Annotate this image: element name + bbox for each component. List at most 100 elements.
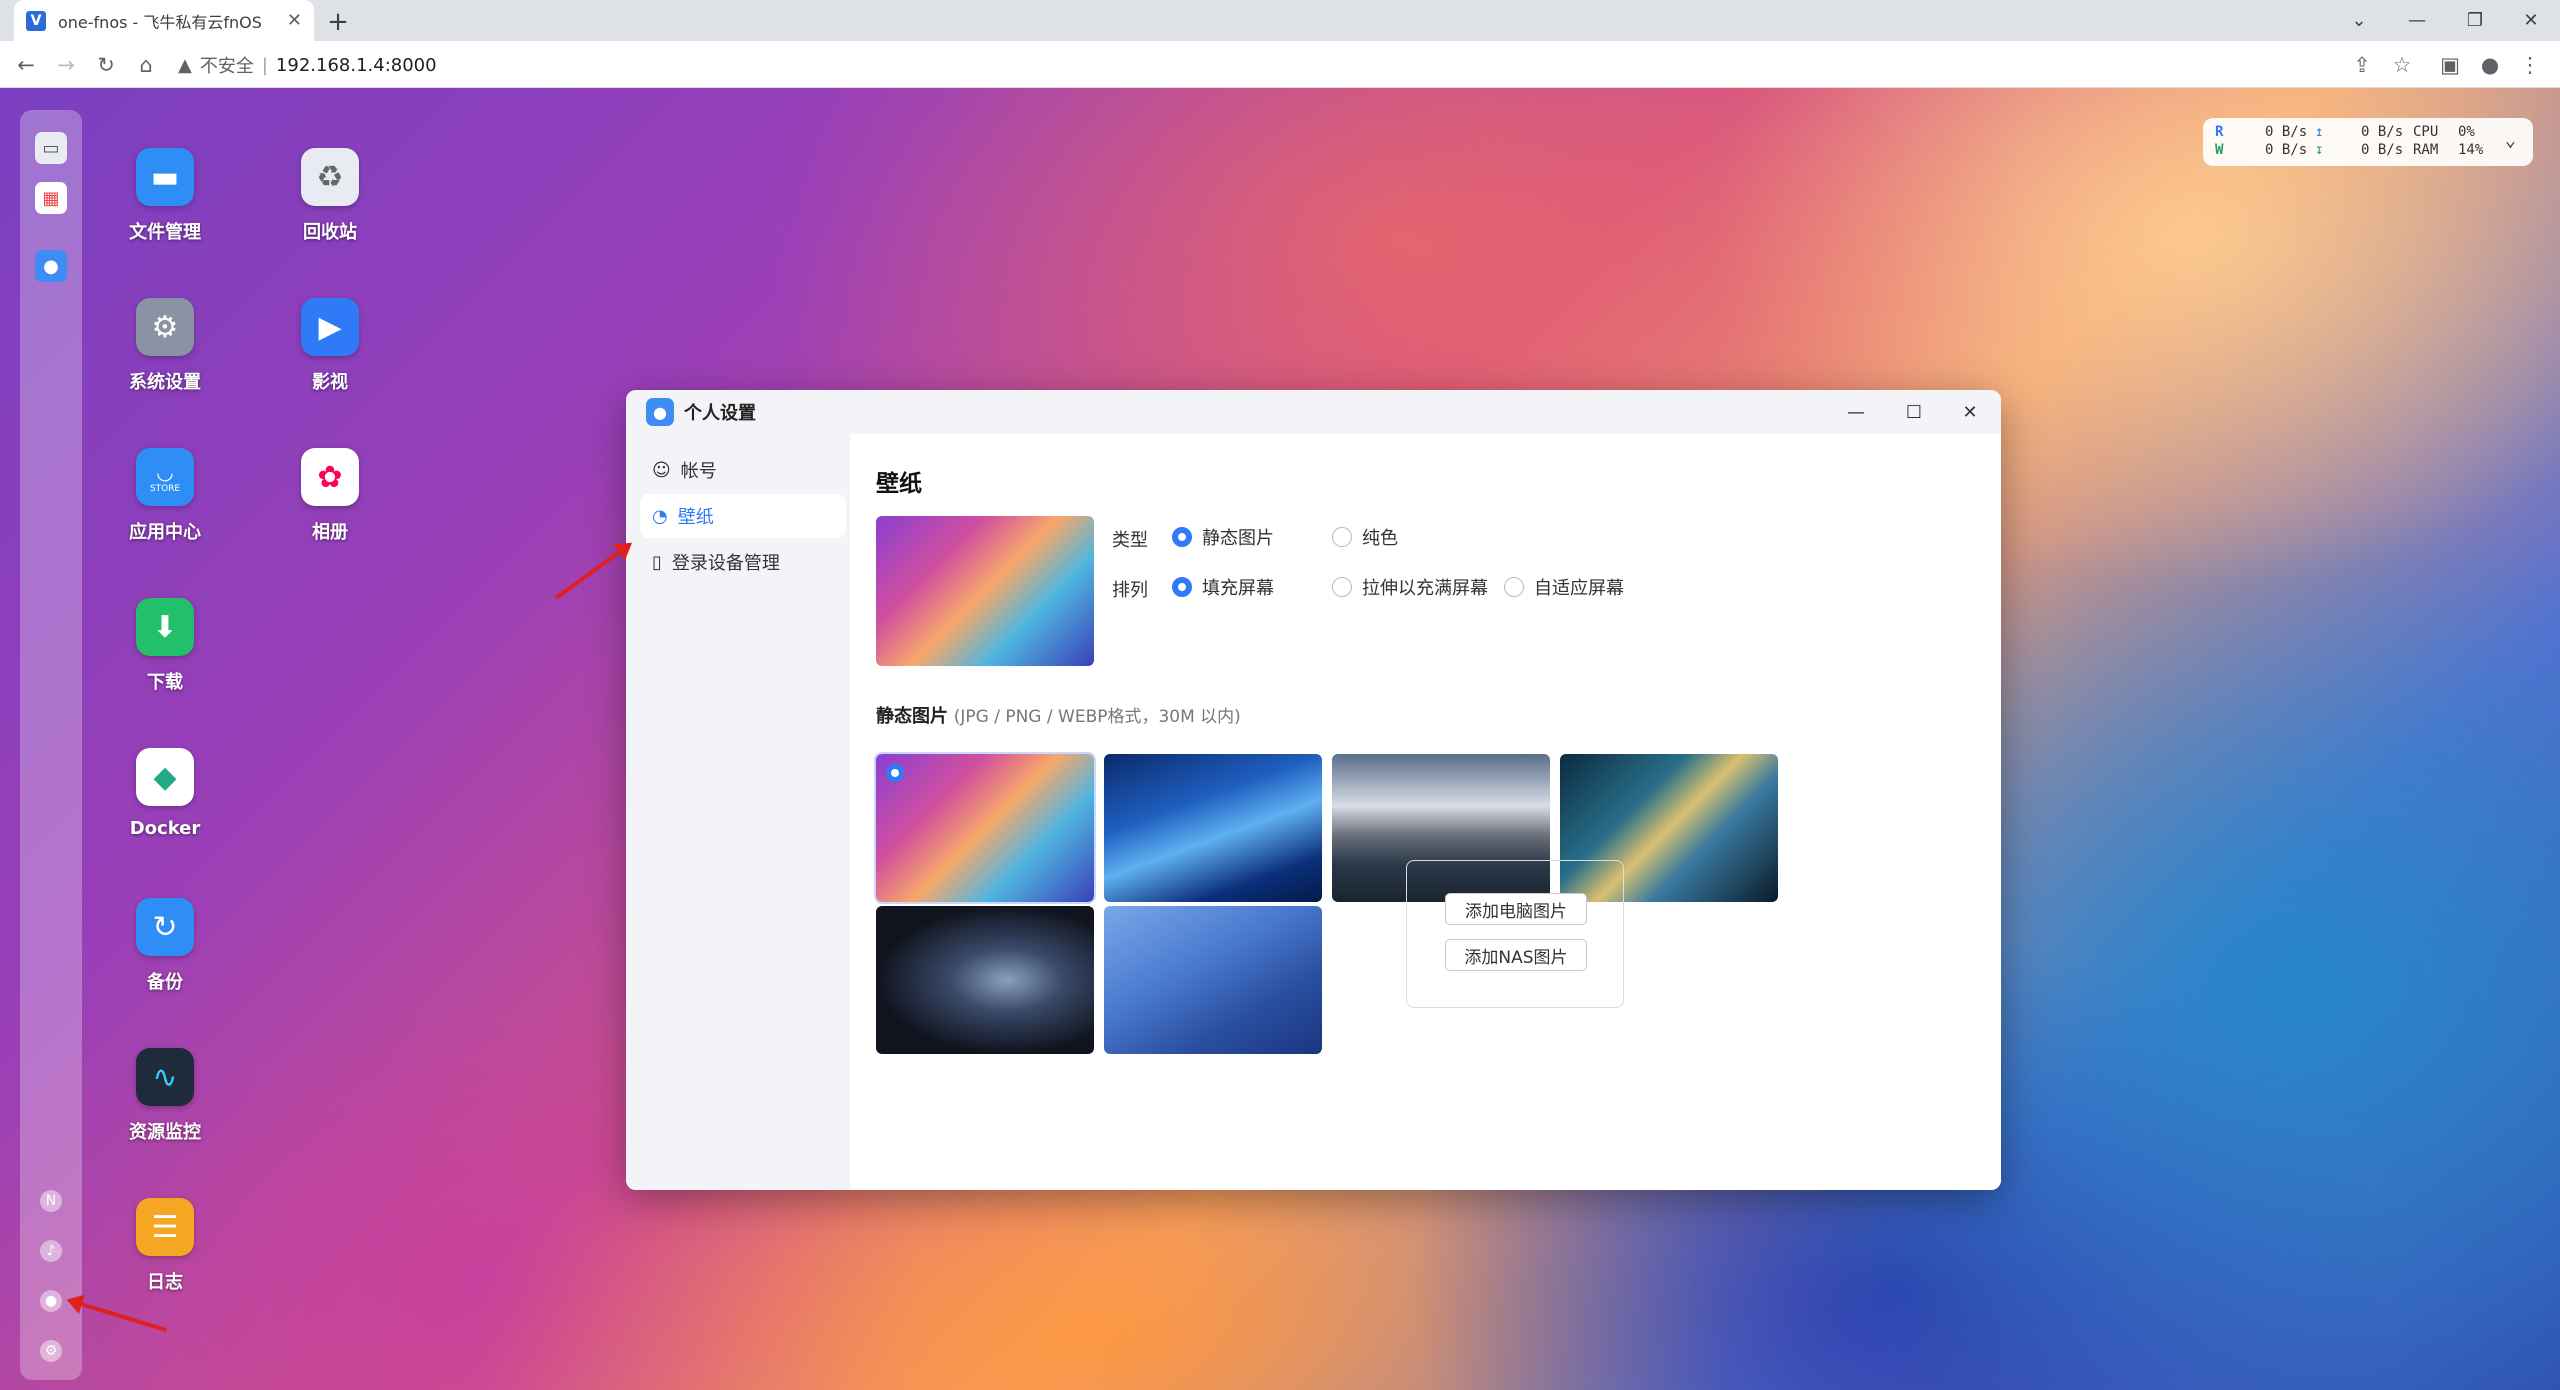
- window-close-button[interactable]: ✕: [1952, 396, 1988, 428]
- folder-icon: ▬: [136, 148, 194, 206]
- app-docker[interactable]: ◆ Docker: [105, 748, 225, 839]
- read-label: R: [2215, 124, 2224, 140]
- store-caption: STORE: [149, 484, 181, 494]
- personal-settings-window: ● 个人设置 — ☐ ✕ ☺ 帐号 ◔ 壁纸 ▯ 登录设备管理 壁纸 类型 静态…: [626, 390, 2001, 1190]
- profile-avatar-icon[interactable]: ●: [2474, 49, 2506, 81]
- user-icon[interactable]: ●: [40, 1290, 62, 1312]
- cpu-label: CPU: [2413, 124, 2439, 140]
- fnos-logo-icon[interactable]: N: [40, 1190, 62, 1212]
- personal-settings-dock-icon[interactable]: ●: [35, 250, 67, 282]
- minimize-button[interactable]: —: [2388, 0, 2446, 41]
- new-tab-button[interactable]: +: [322, 6, 354, 38]
- personal-settings-icon: ●: [646, 398, 674, 426]
- type-solid-color-radio[interactable]: 纯色: [1332, 524, 1398, 550]
- annotation-arrow-user: [69, 1298, 167, 1332]
- desktop-view-icon[interactable]: ▭: [35, 132, 67, 164]
- menu-icon[interactable]: ⋮: [2514, 49, 2546, 81]
- static-images-section-title: 静态图片 (JPG / PNG / WEBP格式，30M 以内): [876, 702, 1241, 728]
- nav-account[interactable]: ☺ 帐号: [640, 448, 846, 492]
- wallpaper-pane: 壁纸 类型 静态图片 纯色 排列 填充屏幕 拉伸以充满屏幕 自适应屏幕 静态图片…: [850, 434, 2001, 1190]
- window-titlebar[interactable]: ● 个人设置 — ☐ ✕: [626, 390, 2001, 434]
- security-label: 不安全: [199, 56, 254, 77]
- app-photos[interactable]: ✿ 相册: [270, 448, 390, 544]
- app-system-settings[interactable]: ⚙ 系统设置: [105, 298, 225, 394]
- app-label: 备份: [147, 972, 183, 993]
- radio-dot: [1504, 577, 1524, 597]
- browser-tab[interactable]: V one-fnos - 飞牛私有云fnOS ✕: [14, 0, 314, 41]
- browser-toolbar: ← → ↻ ⌂ ▲ 不安全 | 192.168.1.4:8000 ⇪ ☆ ▣ ●…: [0, 41, 2560, 88]
- write-rate-1: 0 B/s: [2265, 142, 2308, 158]
- wallpaper-thumb-6[interactable]: [1104, 906, 1322, 1054]
- separator: |: [261, 54, 268, 76]
- app-download[interactable]: ⬇ 下载: [105, 598, 225, 694]
- radio-dot: [1172, 577, 1192, 597]
- app-label: 回收站: [303, 222, 357, 243]
- radio-label: 自适应屏幕: [1534, 578, 1624, 599]
- log-icon: ☰: [136, 1198, 194, 1256]
- nav-label: 帐号: [680, 461, 717, 482]
- wallpaper-thumb-2[interactable]: [1104, 754, 1322, 902]
- add-nas-image-button[interactable]: 添加NAS图片: [1445, 939, 1587, 971]
- resource-monitor-widget[interactable]: R W 0 B/s 0 B/s ↥ ↧ 0 B/s 0 B/s CPU RAM …: [2203, 118, 2533, 166]
- app-store[interactable]: ◡ STORE 应用中心: [105, 448, 225, 544]
- user-icon: ☺: [652, 459, 671, 481]
- app-resource-monitor[interactable]: ∿ 资源监控: [105, 1048, 225, 1144]
- read-rate-1: 0 B/s: [2265, 124, 2308, 140]
- window-maximize-button[interactable]: ☐: [1896, 396, 1932, 428]
- nav-login-devices[interactable]: ▯ 登录设备管理: [640, 540, 846, 584]
- app-label: 影视: [312, 372, 348, 393]
- selected-check-icon: [886, 764, 904, 782]
- app-log[interactable]: ☰ 日志: [105, 1198, 225, 1294]
- cpu-value: 0%: [2458, 124, 2475, 140]
- app-recycle-bin[interactable]: ♻ 回收站: [270, 148, 390, 244]
- upload-arrow-icon: ↥: [2315, 124, 2324, 140]
- address-bar[interactable]: ▲ 不安全 | 192.168.1.4:8000: [178, 47, 2398, 83]
- arrange-stretch-radio[interactable]: 拉伸以充满屏幕: [1332, 574, 1488, 600]
- desktop: ▭ ▦ ● N ♪ ● ⚙ ▬ 文件管理 ♻ 回收站 ⚙ 系统设置 ▶ 影视 ◡…: [0, 88, 2560, 1390]
- ram-value: 14%: [2458, 142, 2484, 158]
- radio-dot: [1332, 527, 1352, 547]
- window-minimize-button[interactable]: —: [1838, 396, 1874, 428]
- bookmark-star-icon[interactable]: ☆: [2386, 49, 2418, 81]
- nav-wallpaper[interactable]: ◔ 壁纸: [640, 494, 846, 538]
- add-pc-image-button[interactable]: 添加电脑图片: [1445, 893, 1587, 925]
- fnos-favicon-icon: V: [26, 10, 46, 31]
- app-file-manager[interactable]: ▬ 文件管理: [105, 148, 225, 244]
- warning-icon: ▲: [178, 54, 192, 76]
- restore-button[interactable]: ❐: [2446, 0, 2504, 41]
- wallpaper-thumb-5[interactable]: [876, 906, 1094, 1054]
- type-static-image-radio[interactable]: 静态图片: [1172, 524, 1274, 550]
- write-rate-2: 0 B/s: [2361, 142, 2404, 158]
- radio-label: 纯色: [1362, 528, 1398, 549]
- arrange-fill-radio[interactable]: 填充屏幕: [1172, 574, 1274, 600]
- window-title: 个人设置: [684, 403, 756, 424]
- app-backup[interactable]: ↻ 备份: [105, 898, 225, 994]
- home-icon[interactable]: ⌂: [130, 49, 162, 81]
- app-label: 系统设置: [129, 372, 201, 393]
- video-icon: ▶: [301, 298, 359, 356]
- bell-icon[interactable]: ♪: [40, 1240, 62, 1262]
- sidepanel-icon[interactable]: ▣: [2434, 49, 2466, 81]
- section-title-text: 静态图片: [876, 706, 948, 727]
- share-icon[interactable]: ⇪: [2346, 49, 2378, 81]
- settings-gear-icon[interactable]: ⚙: [40, 1340, 62, 1362]
- close-button[interactable]: ✕: [2502, 0, 2560, 41]
- download-arrow-icon: ↧: [2315, 142, 2324, 158]
- back-icon[interactable]: ←: [10, 49, 42, 81]
- tab-search-icon[interactable]: ⌄: [2330, 0, 2388, 41]
- pane-title: 壁纸: [876, 471, 922, 497]
- forward-icon[interactable]: →: [50, 49, 82, 81]
- reload-icon[interactable]: ↻: [90, 49, 122, 81]
- app-label: Docker: [129, 818, 201, 839]
- recycle-icon: ♻: [301, 148, 359, 206]
- apps-grid-icon[interactable]: ▦: [35, 182, 67, 214]
- tab-close-icon[interactable]: ✕: [287, 10, 302, 31]
- expand-chevron-icon[interactable]: ⌄: [2505, 130, 2516, 151]
- type-label: 类型: [1112, 530, 1148, 551]
- arrange-fit-radio[interactable]: 自适应屏幕: [1504, 574, 1624, 600]
- settings-sidebar: ☺ 帐号 ◔ 壁纸 ▯ 登录设备管理: [626, 434, 850, 1190]
- docker-icon: ◆: [136, 748, 194, 806]
- url-text[interactable]: 192.168.1.4:8000: [276, 55, 437, 76]
- wallpaper-thumb-1[interactable]: [874, 752, 1096, 904]
- app-video[interactable]: ▶ 影视: [270, 298, 390, 394]
